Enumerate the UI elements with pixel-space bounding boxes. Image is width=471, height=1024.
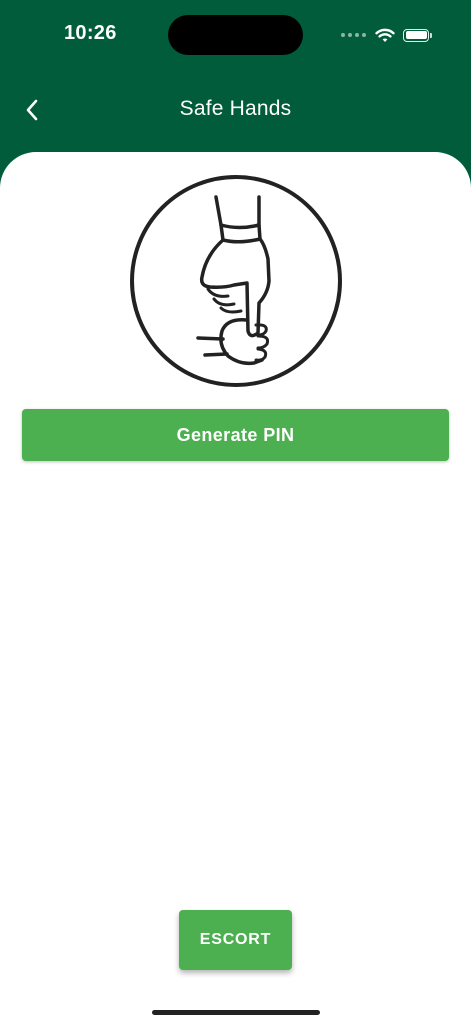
wifi-icon [375, 28, 395, 42]
signal-icon [341, 33, 366, 37]
status-time: 10:26 [64, 22, 117, 44]
status-icons [341, 25, 432, 45]
home-indicator [152, 1010, 320, 1015]
status-bar: 10:26 [0, 0, 471, 70]
content-card: Generate PIN ESCORT [0, 152, 471, 1024]
generate-pin-button[interactable]: Generate PIN [22, 409, 449, 461]
nav-bar: Safe Hands [0, 80, 471, 140]
hands-handshake-icon [130, 175, 342, 387]
escort-button[interactable]: ESCORT [179, 910, 292, 970]
dynamic-island [168, 15, 303, 55]
battery-icon [403, 28, 432, 42]
page-title: Safe Hands [179, 97, 292, 120]
